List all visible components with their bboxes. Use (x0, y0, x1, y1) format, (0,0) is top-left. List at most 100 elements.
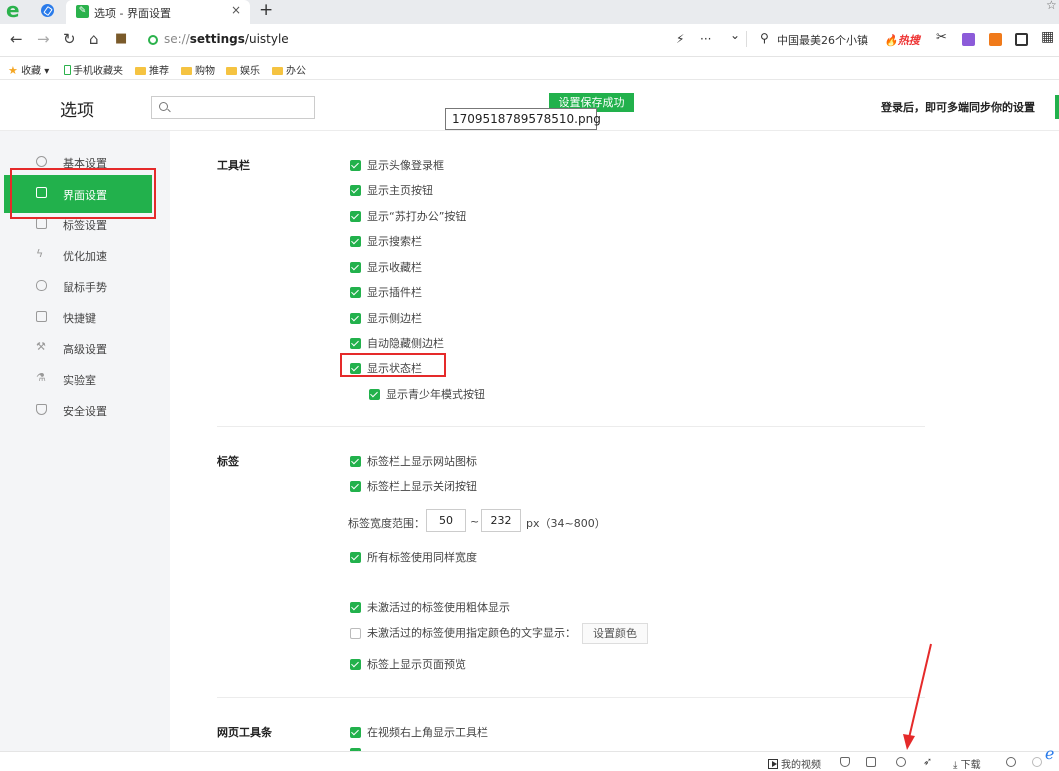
forward-icon[interactable]: → (37, 30, 50, 48)
lightning-icon: ϟ (36, 247, 44, 260)
bookmark-folder[interactable]: 推荐 (135, 62, 169, 77)
option-show-sidebar[interactable]: 显示侧边栏 (350, 310, 422, 326)
option-tab-favicon[interactable]: 标签栏上显示网站图标 (350, 453, 477, 469)
purple-extension-icon[interactable] (962, 33, 975, 46)
sidebar-item-gestures[interactable]: 鼠标手势 (0, 271, 170, 301)
flask-icon: ⚗ (36, 371, 46, 384)
separator (746, 31, 747, 47)
tab-close-icon[interactable]: × (231, 3, 241, 17)
option-same-tab-width[interactable]: 所有标签使用同样宽度 (350, 549, 477, 565)
gear-icon (36, 156, 47, 167)
option-show-avatar[interactable]: 显示头像登录框 (350, 157, 444, 173)
refresh-icon[interactable]: ↻ (63, 30, 76, 48)
scissors-icon[interactable]: ✂ (936, 30, 947, 45)
annotation-arrow-icon (903, 643, 932, 750)
new-tab-button[interactable]: + (259, 0, 273, 20)
tab-width-max-input[interactable]: 232 (481, 509, 521, 532)
checkbox[interactable] (350, 363, 361, 374)
download-button[interactable]: ⤓ 下载 (953, 756, 981, 771)
option-bold-unvisited[interactable]: 未激活过的标签使用粗体显示 (350, 599, 510, 615)
checkbox[interactable] (350, 338, 361, 349)
folder-icon (272, 67, 283, 75)
option-video-toolbar[interactable]: 在视频右上角显示工具栏 (350, 724, 488, 740)
option-show-teen-mode[interactable]: 显示青少年模式按钮 (369, 386, 485, 402)
checkbox[interactable] (369, 389, 380, 400)
checkbox[interactable] (350, 627, 361, 639)
checkbox[interactable] (350, 659, 361, 670)
briefcase-icon[interactable]: ■ (115, 31, 127, 46)
tab-width-min-input[interactable]: 50 (426, 509, 466, 532)
favorite-star-icon[interactable]: ☆ (1046, 0, 1057, 12)
bookmark-favorites[interactable]: ★ 收藏 ▾ (8, 62, 49, 77)
checkbox[interactable] (350, 236, 361, 247)
apps-grid-icon[interactable]: ▦ (1041, 29, 1054, 45)
headset-icon[interactable] (1006, 757, 1016, 767)
bookmark-folder[interactable]: 购物 (181, 62, 215, 77)
checkbox[interactable] (350, 313, 361, 324)
shield-icon[interactable] (840, 757, 850, 767)
sidebar-item-lab[interactable]: ⚗ 实验室 (0, 364, 170, 394)
bookmark-folder[interactable]: 娱乐 (226, 62, 260, 77)
annotation-highlight-box (10, 168, 156, 219)
option-show-search-bar[interactable]: 显示搜索栏 (350, 233, 422, 249)
checkbox[interactable] (350, 160, 361, 171)
option-tab-preview[interactable]: 标签上显示页面预览 (350, 656, 466, 672)
lightning-icon[interactable]: ⚡ (676, 32, 684, 46)
sidebar-item-shortcuts[interactable]: 快捷键 (0, 302, 170, 332)
option-autohide-sidebar[interactable]: 自动隐藏侧边栏 (350, 335, 444, 351)
mouse-icon (36, 280, 47, 291)
option-show-statusbar[interactable]: 显示状态栏 (350, 360, 422, 376)
bookmark-folder[interactable]: 办公 (272, 62, 306, 77)
star-icon: ★ (8, 64, 18, 77)
browser-assistant-icon[interactable]: ℯ (1045, 744, 1054, 763)
telegram-like-icon[interactable] (41, 4, 54, 17)
secure-site-icon (148, 35, 158, 45)
filename-tooltip: 1709518789578510.png (445, 108, 601, 130)
checkbox[interactable] (350, 552, 361, 563)
reader-extension-icon[interactable] (1015, 33, 1028, 46)
set-color-button[interactable]: 设置颜色 (582, 623, 648, 644)
bookmark-mobile[interactable]: 手机收藏夹 (64, 62, 123, 77)
sidebar-item-speed[interactable]: ϟ 优化加速 (0, 240, 170, 270)
checkbox[interactable] (350, 602, 361, 613)
back-icon[interactable]: ← (10, 30, 23, 48)
folder-icon (135, 67, 146, 75)
option-show-bookmarks[interactable]: 显示收藏栏 (350, 259, 422, 275)
checkbox[interactable] (350, 727, 361, 738)
hot-search-label[interactable]: 🔥热搜 (884, 32, 920, 48)
checkbox[interactable] (350, 262, 361, 273)
heart-icon[interactable] (896, 757, 906, 767)
option-show-soda-office[interactable]: 显示“苏打办公”按钮 (350, 208, 466, 224)
login-button-edge[interactable] (1055, 95, 1059, 119)
section-divider (217, 697, 925, 698)
sidebar-item-advanced[interactable]: ⚒ 高级设置 (0, 333, 170, 363)
option-tab-close-button[interactable]: 标签栏上显示关闭按钮 (350, 478, 477, 494)
section-divider (217, 426, 925, 427)
tab-width-range: 标签宽度范围： 50 ~ 232 px（34~800） (348, 509, 606, 532)
option-show-extensions[interactable]: 显示插件栏 (350, 284, 422, 300)
search-suggestion[interactable]: 中国最美26个小镇 (777, 32, 868, 48)
home-icon[interactable]: ⌂ (89, 30, 99, 48)
more-button[interactable]: ··· (700, 32, 711, 46)
game-extension-icon[interactable] (989, 33, 1002, 46)
option-show-home[interactable]: 显示主页按钮 (350, 182, 433, 198)
rocket-icon[interactable]: ➶ (923, 755, 932, 768)
login-sync-tip[interactable]: 登录后，即可多端同步你的设置 (881, 99, 1035, 115)
chevron-down-icon[interactable]: ⌄ (730, 28, 740, 42)
status-bar: 我的视频 ➶ ⤓ 下载 ℯ (0, 744, 1059, 771)
tab-title: 选项 - 界面设置 (94, 7, 171, 20)
sidebar-item-security[interactable]: 安全设置 (0, 395, 170, 425)
option-color-unvisited[interactable]: 未激活过的标签使用指定颜色的文字显示： 设置颜色 (350, 623, 648, 644)
image-icon[interactable] (866, 757, 876, 767)
address-bar[interactable]: se://settings/uistyle (164, 32, 289, 46)
checkbox[interactable] (350, 481, 361, 492)
checkbox[interactable] (350, 287, 361, 298)
checkbox[interactable] (350, 185, 361, 196)
checkbox[interactable] (350, 211, 361, 222)
checkbox[interactable] (350, 456, 361, 467)
chat-icon[interactable] (1032, 757, 1042, 767)
browser-logo-icon[interactable]: e (6, 0, 26, 21)
settings-search-input[interactable] (151, 96, 315, 119)
my-videos-button[interactable]: 我的视频 (768, 756, 821, 771)
active-tab[interactable]: ✎ 选项 - 界面设置 × (66, 0, 250, 24)
